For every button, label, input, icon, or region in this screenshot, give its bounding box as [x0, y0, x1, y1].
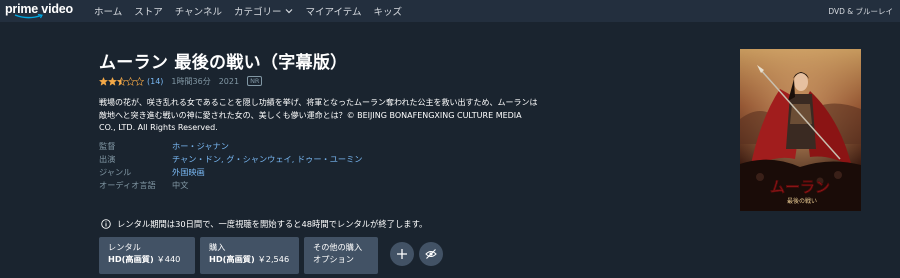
synopsis: 戦場の花が、咲き乱れる女であることを隠し功績を挙げ、将軍となったムーラン奪われた… [99, 98, 538, 132]
star-full-icon [99, 76, 108, 86]
other-options-line1: その他の購入 [313, 242, 363, 252]
star-empty-icon [126, 76, 135, 86]
maturity-rating-badge: NR [247, 76, 263, 86]
poster-artwork: ムーラン 最後の戦い [740, 49, 861, 211]
nav-item-my-items[interactable]: マイアイテム [305, 4, 361, 18]
movie-poster[interactable]: ムーラン 最後の戦い [740, 49, 861, 211]
genre-label: ジャンル [99, 167, 132, 177]
rent-price: ￥440 [156, 253, 181, 264]
plus-icon [397, 249, 407, 259]
prime-video-logo[interactable]: prime video [5, 0, 73, 22]
cast-label: 出演 [99, 154, 116, 164]
buy-button-label: 購入 [209, 242, 226, 252]
rent-button-price-line: HD(高画質) ￥440 [108, 254, 195, 266]
buy-quality: HD(高画質) [209, 253, 255, 264]
hide-eye-slash-icon [425, 249, 437, 259]
nav-item-categories-label: カテゴリー [233, 7, 282, 18]
smile-arrow-icon [14, 14, 43, 19]
other-options-line2: オプション [313, 253, 354, 264]
runtime: 1時間36分 [171, 76, 211, 86]
director-label: 監督 [99, 141, 116, 151]
hide-title-button[interactable] [419, 242, 443, 266]
rental-notice: レンタル期間は30日間で、一度視聴を開始すると48時間でレンタルが終了します。 [101, 218, 427, 230]
buy-price: ￥2,546 [257, 253, 290, 264]
genre-link[interactable]: 外国映画 [172, 167, 362, 178]
star-rating[interactable] [99, 76, 144, 86]
add-to-watchlist-button[interactable] [390, 242, 414, 266]
rent-button-label: レンタル [108, 242, 141, 252]
nav-item-home[interactable]: ホーム [94, 4, 122, 18]
movie-meta: (14) 1時間36分 2021 NR [99, 75, 263, 87]
rent-quality: HD(高画質) [108, 253, 154, 264]
nav-menu: ホーム ストア チャンネル カテゴリー マイアイテム キッズ [94, 0, 402, 22]
release-year: 2021 [218, 76, 240, 86]
rental-notice-text: レンタル期間は30日間で、一度視聴を開始すると48時間でレンタルが終了します。 [117, 219, 428, 229]
nav-item-categories[interactable]: カテゴリー [234, 4, 294, 18]
poster-subtitle-text: 最後の戦い [787, 197, 817, 205]
rent-hd-button[interactable]: レンタル HD(高画質) ￥440 [99, 237, 195, 274]
star-full-icon [108, 76, 117, 86]
star-empty-icon [135, 76, 144, 86]
cast-links[interactable]: チャン・ドン, グ・シャンウェイ, ドゥー・ユーミン [172, 154, 362, 165]
audio-language-label: オーディオ言語 [99, 180, 156, 190]
buy-button-price-line: HD(高画質) ￥2,546 [209, 254, 299, 266]
chevron-down-icon [286, 9, 293, 14]
info-icon [101, 219, 111, 229]
nav-dvd-bluray-link[interactable]: DVD & ブルーレイ [828, 0, 893, 22]
director-link[interactable]: ホー・ジャナン [172, 141, 362, 152]
top-navigation-bar: prime video ホーム ストア チャンネル カテゴリー マイアイテム キ… [0, 0, 900, 22]
movie-details: 監督 ホー・ジャナン 出演 チャン・ドン, グ・シャンウェイ, ドゥー・ユーミン… [99, 141, 362, 191]
other-purchase-options-button[interactable]: その他の購入 オプション [304, 237, 378, 274]
audio-language-value: 中文 [172, 180, 189, 190]
nav-item-channels[interactable]: チャンネル [175, 4, 222, 18]
buy-hd-button[interactable]: 購入 HD(高画質) ￥2,546 [200, 237, 299, 274]
nav-item-kids[interactable]: キッズ [374, 4, 403, 18]
page-title: ムーラン 最後の戦い（字幕版） [99, 53, 348, 73]
star-half-icon [117, 76, 126, 86]
nav-item-store[interactable]: ストア [134, 4, 163, 18]
rating-count-link[interactable]: (14) [147, 77, 163, 86]
poster-title-text: ムーラン [770, 178, 830, 196]
